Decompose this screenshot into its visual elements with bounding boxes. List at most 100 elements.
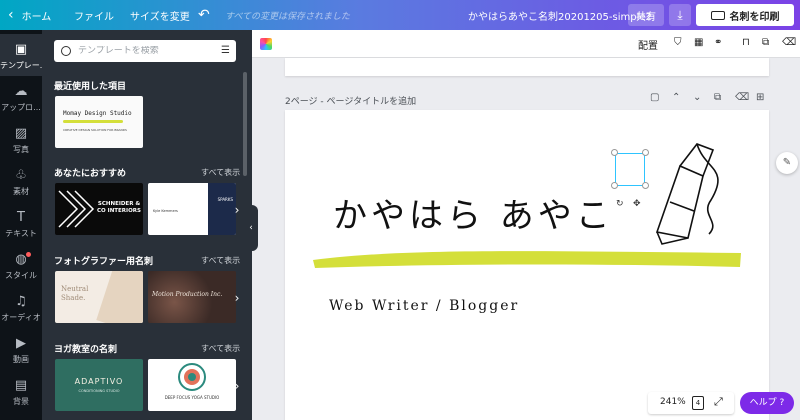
link-icon[interactable]: ⚭ xyxy=(714,37,722,48)
rail-label: スタイル xyxy=(5,271,37,280)
chevron-right-icon[interactable]: › xyxy=(230,379,244,393)
chevron-down-icon[interactable]: ⌄ xyxy=(693,92,701,103)
rail-item-templates[interactable]: ▣ テンプレー... xyxy=(0,34,48,76)
chevron-left-icon: ‹ xyxy=(8,7,14,23)
paint-format-icon[interactable]: ⛉ xyxy=(674,37,682,48)
photographer-see-all[interactable]: すべて表示 xyxy=(201,255,240,266)
rail-item-background[interactable]: ▤ 背景 xyxy=(0,370,42,412)
rail-item-text[interactable]: T テキスト xyxy=(0,202,42,244)
thumb-shape xyxy=(96,271,143,323)
rail-label: 素材 xyxy=(13,187,29,196)
thumb-text: DEEP FOCUS YOGA STUDIO xyxy=(164,395,220,400)
card-icon xyxy=(710,10,725,20)
recommended-section-title: あなたにおすすめ xyxy=(54,169,127,179)
yoga-see-all[interactable]: すべて表示 xyxy=(201,343,240,354)
mandala-graphic xyxy=(178,363,206,391)
template-search-input[interactable] xyxy=(78,46,218,56)
lock-icon[interactable]: ⊓ xyxy=(742,37,750,48)
photo-icon: ▨ xyxy=(14,126,28,141)
note-icon[interactable]: ▢ xyxy=(650,92,659,103)
download-icon[interactable]: ⤓ xyxy=(669,4,691,26)
add-comment-icon[interactable]: ✎ xyxy=(776,152,798,174)
home-button[interactable]: ‹ ホーム xyxy=(8,0,51,30)
name-text[interactable]: かやはら あやこ xyxy=(333,188,614,237)
rail-label: 動画 xyxy=(13,355,29,364)
filter-icon[interactable]: ☰ xyxy=(221,45,230,56)
resize-handle[interactable] xyxy=(611,149,618,156)
save-status: すべての変更は保存されました xyxy=(225,11,351,22)
rail-item-audio[interactable]: ♫ オーディオ xyxy=(0,286,42,328)
recent-template-thumb[interactable]: Momay Design Studio CREATIVE DESIGN SOLU… xyxy=(55,96,143,148)
add-page-icon[interactable]: ⊞ xyxy=(756,92,764,103)
duplicate-page-icon[interactable]: ⧉ xyxy=(714,92,721,103)
fullscreen-icon[interactable]: ⤢ xyxy=(714,395,723,409)
template-thumb[interactable]: DEEP FOCUS YOGA STUDIO xyxy=(148,359,236,411)
panel-scrollbar[interactable] xyxy=(243,72,247,176)
recent-thumb-stroke xyxy=(63,120,123,123)
duplicate-icon[interactable]: ⧉ xyxy=(762,37,769,48)
page-1-canvas[interactable] xyxy=(285,58,769,76)
delete-page-icon[interactable]: ⌫ xyxy=(735,92,749,103)
rail-item-photos[interactable]: ▨ 写真 xyxy=(0,118,42,160)
rotate-icon[interactable]: ↻ xyxy=(616,199,624,209)
trash-icon[interactable]: ⌫ xyxy=(782,37,796,48)
style-icon: ◍ xyxy=(15,252,27,267)
print-business-card-button[interactable]: 名刺を印刷 xyxy=(696,4,794,26)
role-text[interactable]: Web Writer / Blogger xyxy=(329,298,519,314)
move-icon[interactable]: ✥ xyxy=(633,199,641,209)
selection-box[interactable] xyxy=(615,153,645,186)
rail-item-uploads[interactable]: ☁ アップロ... xyxy=(0,76,42,118)
rail-item-styles[interactable]: ◍ スタイル xyxy=(0,244,42,286)
recent-thumb-subtitle: CREATIVE DESIGN SOLUTION FOR BRANDS xyxy=(63,128,127,132)
file-menu[interactable]: ファイル xyxy=(74,0,114,30)
rail-label: テンプレー... xyxy=(0,61,48,70)
rail-label: 背景 xyxy=(13,397,29,406)
top-bar: ‹ ホーム ファイル サイズを変更 ↶ すべての変更は保存されました かやはらあ… xyxy=(0,0,800,30)
fountain-pen-illustration xyxy=(655,143,719,245)
template-thumb[interactable]: SCHNEIDER & CO INTERIORS xyxy=(55,183,143,235)
document-title[interactable]: かやはらあやこ名刺20201205-simple2 xyxy=(468,0,652,30)
template-search[interactable]: ☰ xyxy=(54,40,236,62)
chevron-right-icon[interactable]: › xyxy=(230,203,244,217)
thumb-text: SPARKS xyxy=(217,197,233,202)
transparency-icon[interactable]: ▦ xyxy=(694,37,703,48)
background-icon: ▤ xyxy=(14,378,28,393)
yoga-section-title: ヨガ教室の名刺 xyxy=(54,345,118,355)
chevron-up-icon[interactable]: ⌃ xyxy=(672,92,680,103)
rail-label: 写真 xyxy=(13,145,29,154)
zoom-control[interactable]: 241% 4 ⤢ xyxy=(648,392,734,414)
video-icon: ▶ xyxy=(16,336,26,351)
thumb-text: ADAPTIVO xyxy=(74,377,124,386)
template-thumb[interactable]: ADAPTIVO CONDITIONING STUDIO xyxy=(55,359,143,411)
rail-item-video[interactable]: ▶ 動画 xyxy=(0,328,42,370)
undo-icon[interactable]: ↶ xyxy=(198,0,210,30)
resize-handle[interactable] xyxy=(611,182,618,189)
share-button[interactable]: 共有 xyxy=(628,4,664,26)
zoom-level[interactable]: 241% xyxy=(660,397,686,407)
template-thumb[interactable]: Neutral Shade. xyxy=(55,271,143,323)
resize-handle[interactable] xyxy=(642,149,649,156)
rail-item-elements[interactable]: ♧ 素材 xyxy=(0,160,42,202)
thumb-sub: CONDITIONING STUDIO xyxy=(78,389,120,393)
template-thumb[interactable]: SPARKS Kyle Kemmers xyxy=(148,183,236,235)
color-picker-icon[interactable] xyxy=(260,38,272,50)
template-thumb[interactable]: Motion Production Inc. xyxy=(148,271,236,323)
page-title-label[interactable]: 2ページ - ページタイトルを追加 xyxy=(285,94,416,107)
resize-handle[interactable] xyxy=(642,182,649,189)
thumb-sub: Kyle Kemmers xyxy=(153,209,178,213)
chevron-right-icon[interactable]: › xyxy=(230,291,244,305)
page-2-canvas[interactable]: かやはら あやこ Web Writer / Blogger ↻ ✥ xyxy=(285,110,769,420)
highlight-brush-stroke xyxy=(313,251,741,268)
canvas-graphics xyxy=(313,143,741,268)
page-count[interactable]: 4 xyxy=(692,396,704,410)
photographer-section-title: フォトグラファー用名刺 xyxy=(54,257,154,267)
recommended-see-all[interactable]: すべて表示 xyxy=(201,167,240,178)
recent-section-title: 最近使用した項目 xyxy=(54,82,127,92)
help-button[interactable]: ヘルプ ? xyxy=(740,392,794,414)
position-button[interactable]: 配置 xyxy=(638,37,658,52)
resize-menu[interactable]: サイズを変更 xyxy=(130,0,190,30)
text-icon: T xyxy=(17,210,25,225)
audio-icon: ♫ xyxy=(15,294,27,309)
collapse-panel-button[interactable]: ‹ xyxy=(244,205,258,251)
left-rail: ▣ テンプレー... ☁ アップロ... ▨ 写真 ♧ 素材 T テキスト ◍ … xyxy=(0,30,48,420)
